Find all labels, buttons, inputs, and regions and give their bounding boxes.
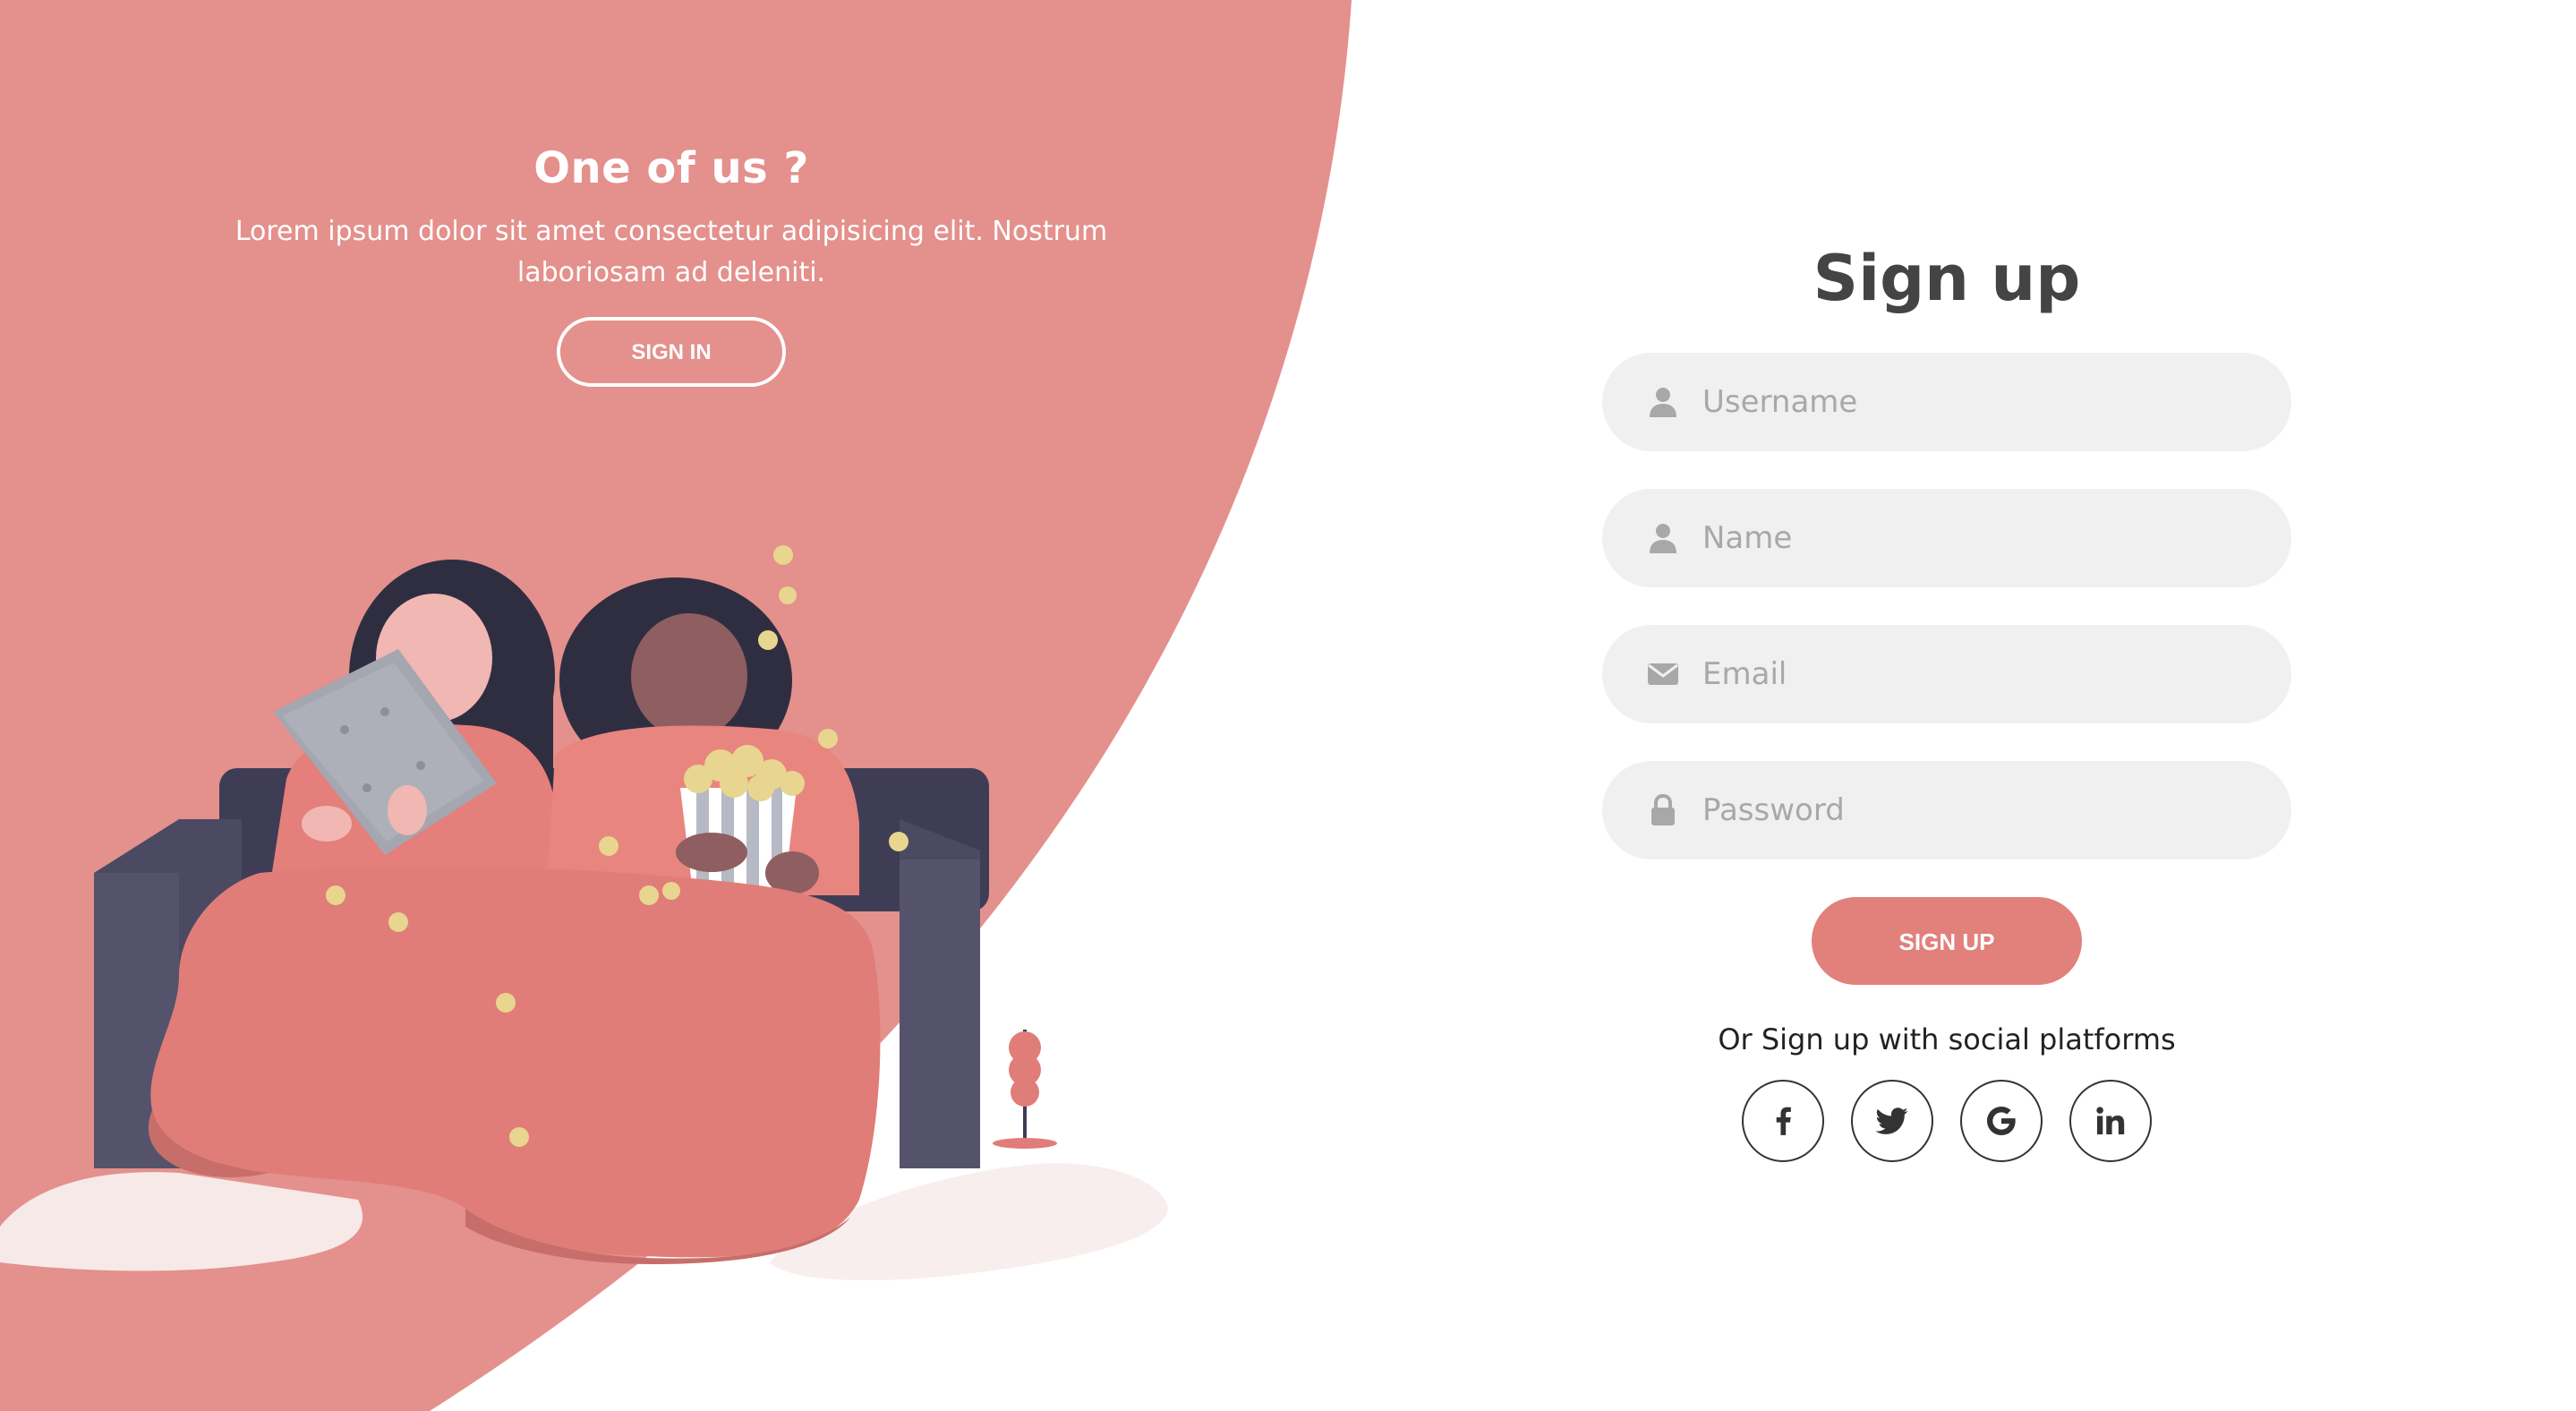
user-icon [1650, 388, 1676, 417]
username-field[interactable] [1602, 353, 2291, 451]
name-input[interactable] [1702, 489, 2257, 587]
sign-in-button[interactable]: SIGN IN [557, 317, 786, 387]
linkedin-icon [2096, 1107, 2125, 1135]
social-text: Or Sign up with social platforms [1718, 1022, 2176, 1056]
social-buttons [1602, 1080, 2291, 1162]
twitter-icon [1875, 1107, 1908, 1134]
facebook-icon [1776, 1107, 1791, 1135]
form-title: Sign up [1813, 242, 2081, 315]
google-icon [1987, 1107, 2016, 1135]
floor-shadow-left [0, 1172, 363, 1271]
signup-page: One of us ? Lorem ipsum dolor sit amet c… [0, 0, 2576, 1411]
left-panel-title: One of us ? [533, 143, 809, 193]
password-input[interactable] [1702, 761, 2257, 859]
left-panel-description: Lorem ipsum dolor sit amet consectetur a… [235, 216, 1108, 288]
email-input[interactable] [1702, 625, 2257, 723]
linkedin-button[interactable] [2069, 1080, 2152, 1162]
name-field[interactable] [1602, 489, 2291, 587]
envelope-icon [1648, 663, 1678, 685]
user-icon [1650, 524, 1676, 553]
couch-illustration [0, 545, 1168, 1280]
google-button[interactable] [1960, 1080, 2043, 1162]
facebook-button[interactable] [1742, 1080, 1824, 1162]
twitter-button[interactable] [1851, 1080, 1933, 1162]
small-plant [993, 1030, 1057, 1149]
lock-icon [1651, 794, 1675, 825]
person-two-face [631, 613, 747, 739]
sign-up-button[interactable]: SIGN UP [1812, 897, 2082, 985]
password-field[interactable] [1602, 761, 2291, 859]
signup-form: Sign up Username Name Email SIGN UP Or S… [1602, 242, 2291, 1162]
username-input[interactable] [1702, 353, 2257, 451]
left-panel: One of us ? Lorem ipsum dolor sit amet c… [161, 143, 1181, 387]
email-field[interactable] [1602, 625, 2291, 723]
